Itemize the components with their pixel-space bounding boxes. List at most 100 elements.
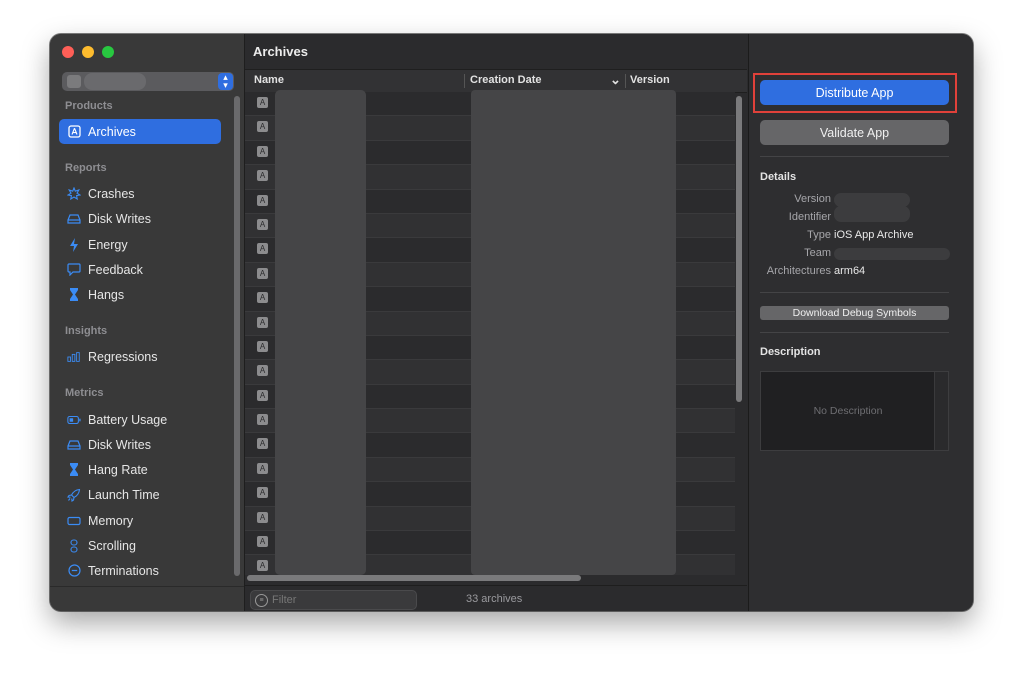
sidebar-scrollbar[interactable]: [234, 96, 240, 576]
section-title-reports: Reports: [65, 162, 107, 174]
archive-icon: A: [257, 267, 268, 279]
sidebar-item-regressions[interactable]: Regressions: [59, 344, 221, 369]
sidebar-item-label: Crashes: [88, 186, 135, 201]
archive-icon: A: [257, 389, 268, 401]
filter-icon: ≡: [255, 593, 268, 607]
sidebar-item-disk-writes-metrics[interactable]: Disk Writes: [59, 432, 221, 457]
app-name-redacted: [84, 73, 146, 90]
bolt-icon: [67, 237, 81, 252]
archive-icon: A: [257, 194, 268, 206]
details-heading: Details: [760, 171, 797, 183]
chevron-updown-icon: ▴ ▾: [218, 73, 233, 90]
date-column-redacted: [471, 90, 676, 575]
zoom-window-button[interactable]: [102, 46, 114, 58]
archive-icon: A: [257, 145, 268, 157]
column-separator[interactable]: [464, 74, 465, 88]
chevron-down-icon[interactable]: ⌄: [610, 72, 621, 88]
archive-icon: A: [257, 462, 268, 474]
sidebar-item-disk-writes[interactable]: Disk Writes: [59, 206, 221, 231]
column-separator[interactable]: [625, 74, 626, 88]
sidebar: ▴ ▾ Products Archives Reports Crashes Dis…: [50, 34, 245, 611]
sidebar-item-label: Scrolling: [88, 538, 136, 553]
detail-label-identifier: Identifier: [788, 211, 831, 223]
sidebar-item-label: Launch Time: [88, 487, 160, 502]
detail-label-architectures: Architectures: [766, 265, 831, 277]
scroll-icon: [67, 538, 81, 553]
organizer-window: ▴ ▾ Products Archives Reports Crashes Dis…: [50, 34, 973, 611]
section-title-metrics: Metrics: [65, 387, 104, 399]
download-debug-symbols-button[interactable]: Download Debug Symbols: [760, 306, 949, 320]
divider: [760, 292, 949, 293]
rocket-icon: [67, 488, 81, 502]
battery-icon: [67, 413, 81, 427]
sidebar-item-terminations[interactable]: Terminations: [59, 558, 221, 583]
sidebar-item-energy[interactable]: Energy: [59, 232, 221, 257]
column-header-version[interactable]: Version: [630, 74, 670, 86]
column-header-name[interactable]: Name: [254, 74, 284, 86]
section-title-insights: Insights: [65, 325, 108, 337]
sidebar-item-label: Battery Usage: [88, 412, 168, 427]
table-vertical-scrollbar[interactable]: [736, 96, 742, 402]
sidebar-item-launch-time[interactable]: Launch Time: [59, 482, 221, 507]
sidebar-item-label: Memory: [88, 513, 134, 528]
archive-icon: A: [257, 536, 268, 548]
sidebar-item-crashes[interactable]: Crashes: [59, 181, 221, 206]
detail-label-team: Team: [804, 247, 831, 259]
sidebar-item-label: Disk Writes: [88, 437, 151, 452]
filter-field[interactable]: ≡ Filter: [250, 590, 417, 610]
hourglass-icon: [67, 463, 81, 477]
archive-icon: A: [257, 487, 268, 499]
description-field[interactable]: No Description: [760, 371, 949, 451]
detail-label-version: Version: [794, 193, 831, 205]
description-scrollbar[interactable]: [934, 372, 948, 450]
filter-placeholder: Filter: [272, 594, 297, 606]
sidebar-item-battery-usage[interactable]: Battery Usage: [59, 407, 221, 432]
archives-pane: Archives Name Creation Date ⌄ Version AA…: [245, 34, 747, 611]
table-horizontal-scrollbar[interactable]: [247, 575, 581, 581]
window-controls: [62, 46, 114, 58]
sidebar-item-archives[interactable]: Archives: [59, 119, 221, 144]
distribute-app-button[interactable]: Distribute App: [760, 80, 949, 105]
speech-bubble-icon: [67, 263, 81, 277]
sidebar-item-feedback[interactable]: Feedback: [59, 257, 221, 282]
section-title-products: Products: [65, 100, 113, 112]
sidebar-item-label: Regressions: [88, 349, 158, 364]
minus-circle-icon: [67, 564, 81, 578]
description-heading: Description: [760, 346, 821, 358]
page-title: Archives: [253, 44, 308, 59]
sidebar-item-label: Disk Writes: [88, 211, 151, 226]
archive-icon: A: [257, 365, 268, 377]
app-icon: [67, 75, 81, 88]
sidebar-item-memory[interactable]: Memory: [59, 508, 221, 533]
disk-icon: [67, 212, 81, 226]
detail-value-architectures: arm64: [834, 265, 866, 277]
archive-icon: A: [257, 292, 268, 304]
minimize-window-button[interactable]: [82, 46, 94, 58]
crash-icon: [67, 186, 81, 201]
inspector-pane: Distribute App Validate App Details Vers…: [748, 34, 973, 611]
column-header-creation-date[interactable]: Creation Date: [470, 74, 542, 86]
archive-icon: A: [257, 316, 268, 328]
archive-icon: A: [257, 560, 268, 572]
sidebar-item-scrolling[interactable]: Scrolling: [59, 533, 221, 558]
sidebar-item-hang-rate[interactable]: Hang Rate: [59, 457, 221, 482]
close-window-button[interactable]: [62, 46, 74, 58]
version-value-redacted: [834, 193, 910, 207]
app-selector[interactable]: ▴ ▾: [62, 72, 234, 91]
validate-app-button[interactable]: Validate App: [760, 120, 949, 145]
bar-chart-icon: [67, 350, 81, 364]
archive-icon: A: [257, 121, 268, 133]
archive-icon: A: [257, 243, 268, 255]
archive-count: 33 archives: [466, 593, 523, 605]
sidebar-item-label: Hang Rate: [88, 462, 148, 477]
detail-value-type: iOS App Archive: [834, 229, 914, 241]
hourglass-icon: [67, 288, 81, 302]
name-column-redacted: [275, 90, 366, 575]
list-footer: ≡ Filter 33 archives: [245, 585, 747, 611]
archive-icon: A: [257, 438, 268, 450]
disk-icon: [67, 438, 81, 452]
sidebar-item-label: Feedback: [88, 262, 143, 277]
archive-icon: A: [257, 340, 268, 352]
sidebar-item-label: Energy: [88, 237, 128, 252]
sidebar-item-hangs[interactable]: Hangs: [59, 282, 221, 307]
